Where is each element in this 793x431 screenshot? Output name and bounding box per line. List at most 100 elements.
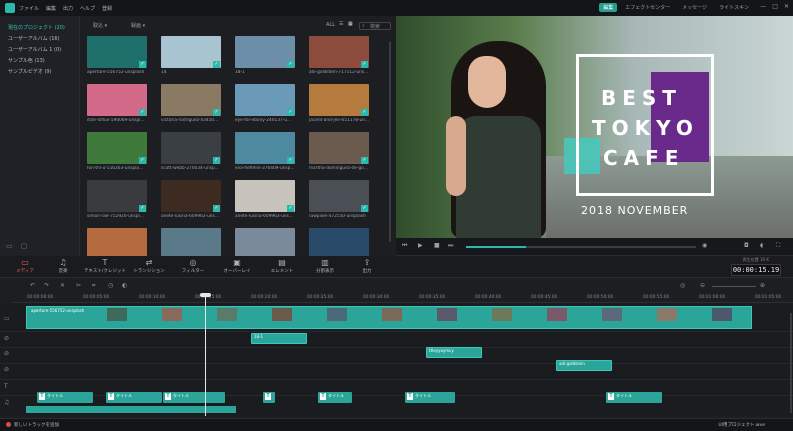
- media-thumbnail[interactable]: ✓ 14: [161, 36, 221, 82]
- delete-folder-icon[interactable]: ▢: [21, 242, 28, 250]
- media-thumbnail[interactable]: ✓ anete-lusina-609963-uns...: [161, 180, 221, 226]
- tab-messages[interactable]: メッセージ: [678, 3, 711, 12]
- media-thumbnail[interactable]: ✓ 18-1: [235, 36, 295, 82]
- crop-icon[interactable]: ⌗: [92, 282, 95, 290]
- playhead-handle[interactable]: [200, 293, 211, 297]
- tool-transition[interactable]: ⇄ トランジション: [124, 258, 174, 274]
- menu-help[interactable]: ヘルプ: [80, 5, 95, 12]
- media-thumbnail[interactable]: ✓ martha-dominguez-de-go...: [309, 132, 369, 178]
- sidebar-item-sample-colors[interactable]: サンプル色 (13): [0, 55, 79, 66]
- record-dropdown[interactable]: 録画 ▾: [131, 22, 145, 29]
- playhead[interactable]: [205, 296, 206, 416]
- skip-back-icon[interactable]: ⏮: [402, 242, 407, 250]
- menu-file[interactable]: ファイル: [19, 5, 39, 12]
- tool-filter[interactable]: ◎ フィルター: [168, 258, 218, 274]
- menu-export[interactable]: 出力: [63, 5, 73, 12]
- title-clip[interactable]: T タイトル: [318, 392, 352, 403]
- video-frame-thumbnail: [602, 308, 622, 321]
- speed-icon[interactable]: ◷: [108, 282, 113, 289]
- tab-effects-center[interactable]: エフェクトセンター: [621, 3, 674, 12]
- new-folder-icon[interactable]: ▭: [6, 242, 13, 250]
- timeline-ruler[interactable]: 00:00:00:00 00:00:05:00 00:00:10:00 00:00:1…: [12, 293, 793, 303]
- media-thumbnail[interactable]: ✓ jacent-and-jen-651178-un...: [309, 84, 369, 130]
- playback-progress[interactable]: [466, 246, 696, 248]
- add-track-button[interactable]: 新しいトラックを追加: [6, 422, 59, 428]
- thumbnail-image: [309, 180, 369, 212]
- tab-edit[interactable]: 編集: [599, 3, 618, 12]
- app-logo-icon: [5, 3, 15, 13]
- thumbnail-label: anete-lusina-609963-uns...: [235, 214, 293, 219]
- delete-icon[interactable]: ✕: [60, 282, 65, 289]
- menu-edit[interactable]: 編集: [46, 5, 56, 12]
- tool-export[interactable]: ⇪ 出力: [342, 258, 392, 274]
- overlay-clip[interactable]: 18-1: [251, 333, 307, 344]
- skip-forward-icon[interactable]: ⏭: [448, 242, 453, 250]
- minimize-icon[interactable]: —: [760, 3, 766, 10]
- play-icon[interactable]: ▶: [418, 242, 423, 249]
- media-thumbnail[interactable]: ✓ adi-goldstein-717512-uns...: [309, 36, 369, 82]
- fullscreen-icon[interactable]: ⛶: [776, 242, 780, 250]
- window-controls: — □ ✕: [760, 3, 789, 10]
- close-icon[interactable]: ✕: [784, 3, 789, 10]
- snapshot-icon[interactable]: ◘: [744, 242, 749, 249]
- media-thumbnail[interactable]: ✓ fon-thi-u-516263-unspla...: [87, 132, 147, 178]
- timeline-scrollbar[interactable]: [790, 313, 792, 413]
- grid-view-icon[interactable]: ▦: [348, 21, 353, 27]
- title-clip[interactable]: T タイトル: [106, 392, 162, 403]
- media-thumbnail[interactable]: ✓ rawpixel-472550-unsplash: [309, 180, 369, 226]
- media-thumbnail[interactable]: ✓ aperture-556752-unsplash: [87, 36, 147, 82]
- video-clip[interactable]: aperture-556752-unsplash: [26, 306, 752, 329]
- import-dropdown[interactable]: 取込 ▾: [93, 22, 107, 29]
- media-thumbnail[interactable]: ✓ eye-for-ebony-240137-u...: [235, 84, 295, 130]
- title-clip[interactable]: T タイトル: [606, 392, 662, 403]
- tool-text[interactable]: T テキスト/クレジット: [80, 258, 130, 274]
- search-input[interactable]: ⌕ 検索: [359, 22, 391, 30]
- sidebar-item-user-album[interactable]: ユーザーアルバム (16): [0, 33, 79, 44]
- thumbnail-image: [161, 84, 221, 116]
- media-thumbnail[interactable]: ✓ scott-webb-270034-unsp...: [161, 132, 221, 178]
- render-icon[interactable]: ◎: [680, 282, 685, 289]
- menu-register[interactable]: 登録: [102, 5, 112, 12]
- preview-person-face: [468, 56, 506, 108]
- overlay-clip[interactable]: adi-goldstein: [556, 360, 612, 371]
- thumbnail-image: [309, 84, 369, 116]
- cut-icon[interactable]: ✂: [76, 282, 81, 289]
- color-icon[interactable]: ◐: [122, 282, 127, 289]
- preview-player: BEST TOKYO CAFE 2018 NOVEMBER: [396, 16, 793, 238]
- tab-light-skin[interactable]: ライトスキン: [715, 3, 753, 12]
- title-clip[interactable]: T タイトル: [37, 392, 93, 403]
- audio-icon[interactable]: ◖: [760, 242, 763, 249]
- track-divider: [0, 379, 793, 380]
- video-frame-thumbnail: [272, 308, 292, 321]
- zoom-out-icon[interactable]: ⊖: [700, 282, 705, 289]
- media-thumbnail[interactable]: ✓ simon-rae-752920-unspl...: [87, 180, 147, 226]
- sidebar-item-current-project[interactable]: 現在のプロジェクト (20): [0, 22, 79, 33]
- media-scrollbar[interactable]: [389, 42, 391, 242]
- filter-all[interactable]: ALL: [326, 22, 335, 28]
- media-thumbnail[interactable]: ✓ victoria-rodriguez-43450...: [161, 84, 221, 130]
- title-clip[interactable]: T: [263, 392, 275, 403]
- zoom-in-icon[interactable]: ⊕: [760, 282, 765, 289]
- thumbnail-label: eva-heffelin-376409-unsp...: [235, 166, 295, 171]
- stop-icon[interactable]: ■: [434, 242, 440, 249]
- maximize-icon[interactable]: □: [772, 3, 778, 10]
- tool-overlay[interactable]: ▣ オーバーレイ: [212, 258, 262, 274]
- media-thumbnail[interactable]: ✓ anete-lusina-609963-uns...: [235, 180, 295, 226]
- sidebar-item-sample-video[interactable]: サンプルビデオ (9): [0, 66, 79, 77]
- mode-tabs: 編集 エフェクトセンター メッセージ ライトスキン: [599, 3, 753, 12]
- title-clip[interactable]: T タイトル: [405, 392, 455, 403]
- preview-person-arm: [446, 116, 466, 196]
- title-clip[interactable]: T タイトル: [163, 392, 225, 403]
- media-thumbnail[interactable]: ✓ itsle-loflux-590069-unspl...: [87, 84, 147, 130]
- track-divider: [0, 363, 793, 364]
- volume-icon[interactable]: ◉: [702, 242, 707, 249]
- overlay-clip[interactable]: ttleyyaymcy: [426, 347, 482, 358]
- redo-icon[interactable]: ↷: [44, 282, 49, 289]
- checkmark-icon: ✓: [287, 109, 294, 116]
- text-icon: T: [265, 393, 271, 400]
- sidebar-item-user-album-1[interactable]: ユーザーアルバム 1 (0): [0, 44, 79, 55]
- media-thumbnail[interactable]: ✓ eva-heffelin-376409-unsp...: [235, 132, 295, 178]
- undo-icon[interactable]: ↶: [30, 282, 35, 289]
- list-view-icon[interactable]: ☰: [339, 21, 343, 27]
- zoom-slider[interactable]: [712, 286, 756, 287]
